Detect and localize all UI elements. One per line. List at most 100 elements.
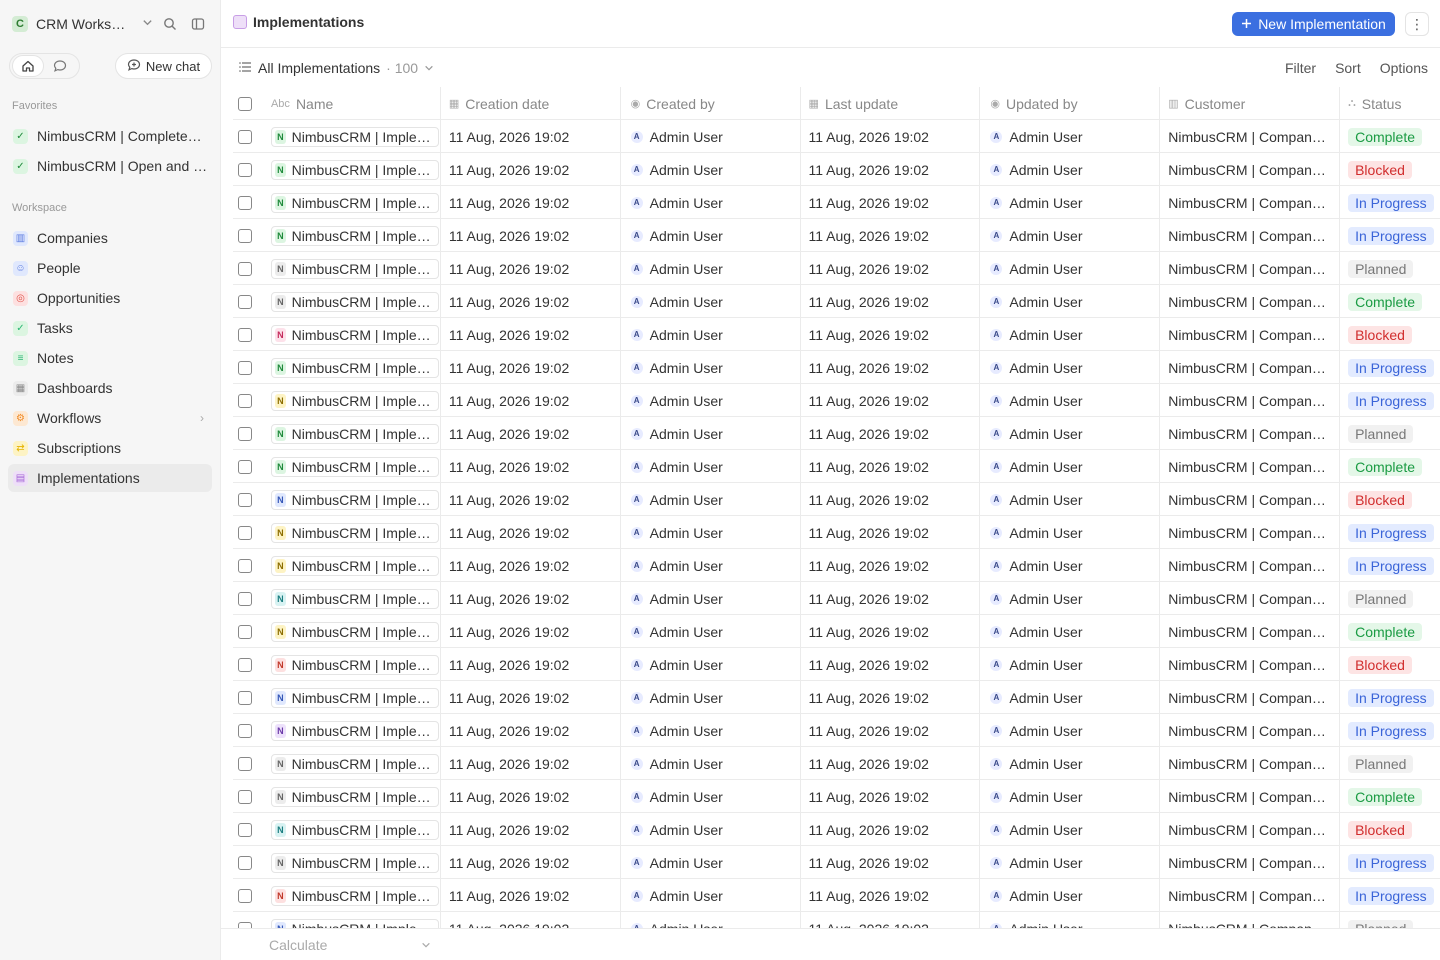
sidebar-item-notes[interactable]: ≡ Notes xyxy=(8,344,212,372)
table-row[interactable]: N NimbusCRM | Implementation 11 Aug, 2026 … xyxy=(233,318,1440,351)
customer-cell[interactable]: NimbusCRM | Company Account xyxy=(1160,879,1341,912)
search-icon[interactable] xyxy=(163,17,177,31)
record-name-chip[interactable]: NNimbusCRM | Implementation xyxy=(270,291,439,312)
status-cell[interactable]: In Progress xyxy=(1340,714,1440,747)
status-cell[interactable]: In Progress xyxy=(1340,351,1440,384)
column-header-last-update[interactable]: ▦ Last update xyxy=(801,87,981,120)
row-checkbox[interactable] xyxy=(238,162,252,177)
record-name-chip[interactable]: NNimbusCRM | Implementation xyxy=(270,456,439,477)
table-row[interactable]: N NimbusCRM | Implementation 11 Aug, 2026 … xyxy=(233,516,1440,549)
table-row[interactable]: N NimbusCRM | Implementation 11 Aug, 2026 … xyxy=(233,384,1440,417)
row-checkbox[interactable] xyxy=(238,129,252,144)
record-name-chip[interactable]: NNimbusCRM | Implementation xyxy=(270,555,439,576)
status-cell[interactable]: In Progress xyxy=(1340,384,1440,417)
record-name-chip[interactable]: NNimbusCRM | Implementation xyxy=(270,225,439,246)
status-cell[interactable]: In Progress xyxy=(1340,681,1440,714)
column-header-name[interactable]: Abc Name xyxy=(265,87,441,120)
status-cell[interactable]: Complete xyxy=(1340,615,1440,648)
row-checkbox[interactable] xyxy=(238,261,252,276)
table-row[interactable]: N NimbusCRM | Implementation 11 Aug, 2026 … xyxy=(233,648,1440,681)
row-checkbox[interactable] xyxy=(238,888,252,903)
customer-cell[interactable]: NimbusCRM | Company Account xyxy=(1160,318,1341,351)
record-name-chip[interactable]: NNimbusCRM | Implementation xyxy=(270,159,439,180)
more-options-icon[interactable]: ⋮ xyxy=(1405,12,1429,36)
sidebar-item-dashboards[interactable]: ▦ Dashboards xyxy=(8,374,212,402)
record-name-chip[interactable]: NNimbusCRM | Implementation xyxy=(270,786,439,807)
table-row[interactable]: N NimbusCRM | Implementation 11 Aug, 2026 … xyxy=(233,846,1440,879)
customer-cell[interactable]: NimbusCRM | Company Account xyxy=(1160,219,1341,252)
table-row[interactable]: N NimbusCRM | Implementation 11 Aug, 2026 … xyxy=(233,417,1440,450)
sidebar-item-implementations[interactable]: ▤ Implementations xyxy=(8,464,212,492)
chat-bubble-icon[interactable] xyxy=(44,55,76,77)
table-row[interactable]: N NimbusCRM | Implementation 11 Aug, 2026 … xyxy=(233,615,1440,648)
table-row[interactable]: N NimbusCRM | Implementation 11 Aug, 2026 … xyxy=(233,252,1440,285)
customer-cell[interactable]: NimbusCRM | Company Account xyxy=(1160,252,1341,285)
table-row[interactable]: N NimbusCRM | Implementation 11 Aug, 2026 … xyxy=(233,681,1440,714)
sort-button[interactable]: Sort xyxy=(1335,60,1361,76)
record-name-chip[interactable]: NNimbusCRM | Implementation xyxy=(270,390,439,411)
status-cell[interactable]: Planned xyxy=(1340,252,1440,285)
customer-cell[interactable]: NimbusCRM | Company Account xyxy=(1160,714,1341,747)
table-row[interactable]: N NimbusCRM | Implementation 11 Aug, 2026 … xyxy=(233,219,1440,252)
status-cell[interactable]: Blocked xyxy=(1340,483,1440,516)
row-checkbox[interactable] xyxy=(238,459,252,474)
record-name-chip[interactable]: NNimbusCRM | Implementation xyxy=(270,720,439,741)
status-cell[interactable]: Planned xyxy=(1340,417,1440,450)
favorite-completed-implementations[interactable]: ✓ NimbusCRM | Completed Implementations xyxy=(8,122,212,150)
customer-cell[interactable]: NimbusCRM | Company Account xyxy=(1160,615,1341,648)
status-cell[interactable]: In Progress xyxy=(1340,879,1440,912)
row-checkbox[interactable] xyxy=(238,294,252,309)
row-checkbox[interactable] xyxy=(238,723,252,738)
chevron-down-icon[interactable] xyxy=(142,17,153,31)
customer-cell[interactable]: NimbusCRM | Company Account xyxy=(1160,780,1341,813)
row-checkbox[interactable] xyxy=(238,492,252,507)
row-checkbox[interactable] xyxy=(238,558,252,573)
chevron-right-icon[interactable]: › xyxy=(200,411,204,425)
row-checkbox[interactable] xyxy=(238,360,252,375)
sidebar-item-workflows[interactable]: ⚙ Workflows › xyxy=(8,404,212,432)
calculate-dropdown[interactable]: Calculate xyxy=(269,937,431,953)
table-row[interactable]: N NimbusCRM | Implementation 11 Aug, 2026 … xyxy=(233,549,1440,582)
row-checkbox[interactable] xyxy=(238,690,252,705)
row-checkbox[interactable] xyxy=(238,855,252,870)
row-checkbox[interactable] xyxy=(238,657,252,672)
status-cell[interactable]: Blocked xyxy=(1340,153,1440,186)
sidebar-collapse-icon[interactable] xyxy=(191,17,205,31)
table-row[interactable]: N NimbusCRM | Implementation 11 Aug, 2026 … xyxy=(233,450,1440,483)
customer-cell[interactable]: NimbusCRM | Company Account xyxy=(1160,153,1341,186)
record-name-chip[interactable]: NNimbusCRM | Implementation xyxy=(270,621,439,642)
column-header-created-by[interactable]: ◉ Created by xyxy=(621,87,801,120)
row-checkbox[interactable] xyxy=(238,789,252,804)
customer-cell[interactable]: NimbusCRM | Company Account xyxy=(1160,450,1341,483)
record-name-chip[interactable]: NNimbusCRM | Implementation xyxy=(270,357,439,378)
customer-cell[interactable]: NimbusCRM | Company Account xyxy=(1160,681,1341,714)
record-name-chip[interactable]: NNimbusCRM | Implementation xyxy=(270,489,439,510)
status-cell[interactable]: Planned xyxy=(1340,582,1440,615)
record-name-chip[interactable]: NNimbusCRM | Implementation xyxy=(270,918,439,928)
customer-cell[interactable]: NimbusCRM | Company Account xyxy=(1160,120,1341,153)
table-row[interactable]: N NimbusCRM | Implementation 11 Aug, 2026 … xyxy=(233,120,1440,153)
favorite-open-blocked-implementations[interactable]: ✓ NimbusCRM | Open and Blocked Implement… xyxy=(8,152,212,180)
new-implementation-button[interactable]: New Implementation xyxy=(1232,12,1395,36)
record-name-chip[interactable]: NNimbusCRM | Implementation xyxy=(270,852,439,873)
sidebar-item-people[interactable]: ☺ People xyxy=(8,254,212,282)
record-name-chip[interactable]: NNimbusCRM | Implementation xyxy=(270,753,439,774)
sidebar-item-subscriptions[interactable]: ⇄ Subscriptions xyxy=(8,434,212,462)
customer-cell[interactable]: NimbusCRM | Company Account xyxy=(1160,285,1341,318)
status-cell[interactable]: Complete xyxy=(1340,450,1440,483)
column-header-customer[interactable]: ▥ Customer xyxy=(1160,87,1341,120)
row-checkbox[interactable] xyxy=(238,822,252,837)
select-all-checkbox[interactable] xyxy=(238,96,252,111)
new-chat-button[interactable]: New chat xyxy=(115,53,212,79)
view-selector[interactable]: All Implementations · 100 xyxy=(239,60,434,76)
home-icon[interactable] xyxy=(12,55,44,77)
status-cell[interactable]: In Progress xyxy=(1340,846,1440,879)
column-header-creation-date[interactable]: ▦ Creation date xyxy=(441,87,621,120)
record-name-chip[interactable]: NNimbusCRM | Implementation xyxy=(270,522,439,543)
status-cell[interactable]: Planned xyxy=(1340,747,1440,780)
table-row[interactable]: N NimbusCRM | Implementation 11 Aug, 2026 … xyxy=(233,813,1440,846)
table-row[interactable]: N NimbusCRM | Implementation 11 Aug, 2026 … xyxy=(233,879,1440,912)
status-cell[interactable]: In Progress xyxy=(1340,219,1440,252)
customer-cell[interactable]: NimbusCRM | Company Account xyxy=(1160,846,1341,879)
customer-cell[interactable]: NimbusCRM | Company Account xyxy=(1160,483,1341,516)
